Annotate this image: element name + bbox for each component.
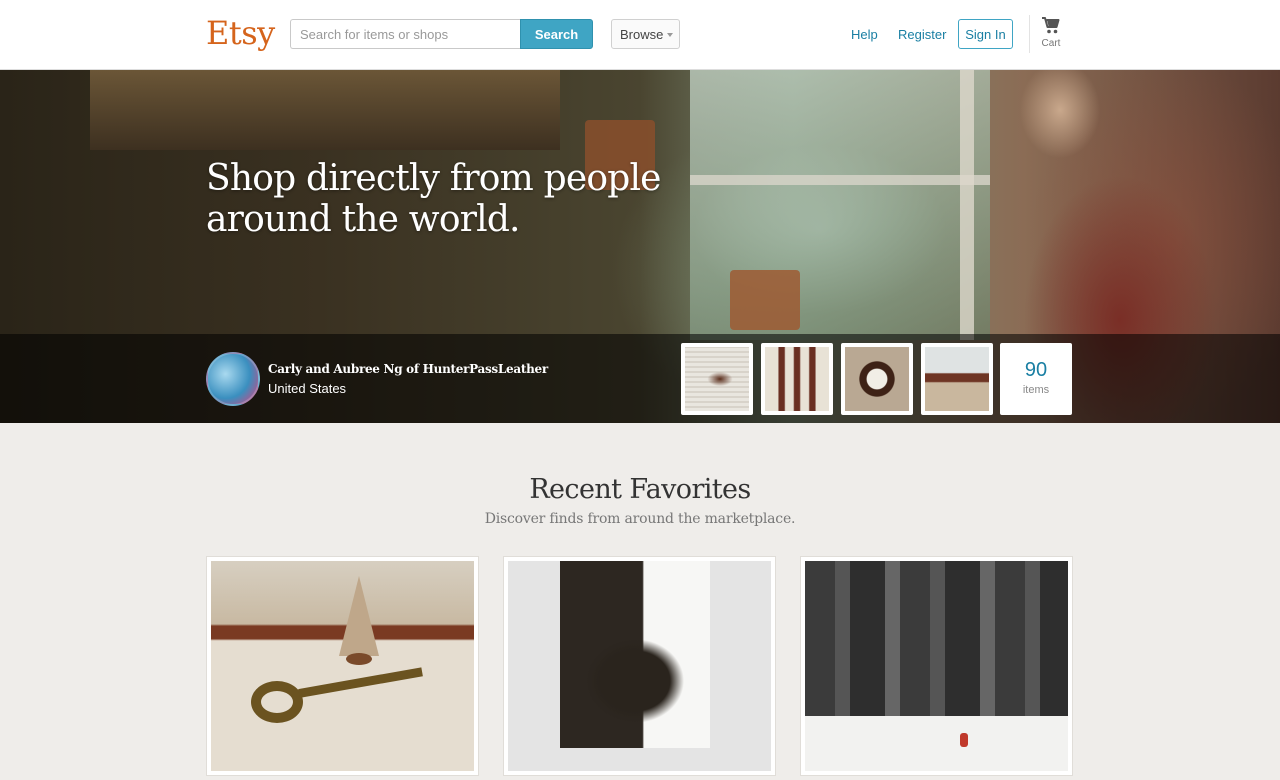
etsy-logo[interactable]: Etsy [206, 14, 275, 52]
featured-shop-bar [0, 334, 1280, 423]
search-input[interactable] [290, 19, 521, 49]
favorite-card[interactable] [206, 556, 479, 776]
cart-icon [1042, 17, 1060, 34]
hero-headline: Shop directly from people around the wor… [206, 158, 661, 240]
chevron-down-icon [667, 33, 673, 37]
shop-name-link[interactable]: Carly and Aubree Ng of HunterPassLeather [268, 362, 548, 376]
items-label: items [1022, 384, 1050, 396]
section-title: Recent Favorites [529, 474, 751, 505]
thumbnail-image [685, 347, 749, 411]
divider [1029, 15, 1030, 53]
cart-button[interactable]: Cart [1037, 16, 1065, 56]
shop-item-thumbnail[interactable] [841, 343, 913, 415]
hero-photo-detail [90, 70, 560, 150]
hero-photo-detail [960, 70, 974, 340]
image-detail [805, 716, 1068, 771]
image-detail [346, 653, 372, 665]
hero-photo-detail [730, 270, 800, 330]
image-detail [560, 561, 710, 748]
thumbnail-image [925, 347, 989, 411]
sign-in-button[interactable]: Sign In [958, 19, 1013, 49]
thumbnail-image [845, 347, 909, 411]
browse-dropdown[interactable]: Browse [611, 19, 680, 49]
shop-location: United States [268, 381, 347, 396]
favorite-image [211, 561, 474, 771]
cart-label: Cart [1041, 38, 1061, 49]
hero-photo-detail [690, 175, 990, 185]
help-link[interactable]: Help [851, 27, 878, 42]
image-detail [251, 681, 303, 723]
search-bar: Search [290, 19, 593, 49]
image-detail [960, 733, 968, 747]
favorite-image [805, 561, 1068, 771]
favorite-image [508, 561, 771, 771]
image-detail [805, 561, 1068, 716]
image-detail [339, 576, 379, 656]
shop-items-count-button[interactable]: 90 items [1000, 343, 1072, 415]
shop-item-thumbnail[interactable] [681, 343, 753, 415]
hero-banner: Shop directly from people around the wor… [0, 70, 1280, 423]
thumbnail-image [765, 347, 829, 411]
register-link[interactable]: Register [898, 27, 946, 42]
favorite-card[interactable] [503, 556, 776, 776]
shop-avatar[interactable] [206, 352, 260, 406]
items-count: 90 [1024, 359, 1048, 381]
shop-item-thumbnail[interactable] [921, 343, 993, 415]
shop-item-thumbnail[interactable] [761, 343, 833, 415]
browse-label: Browse [620, 26, 664, 42]
search-button[interactable]: Search [520, 19, 593, 49]
section-subtitle: Discover finds from around the marketpla… [484, 511, 796, 527]
favorite-card[interactable] [800, 556, 1073, 776]
image-detail [298, 667, 423, 698]
site-header: Etsy Search Browse Help Register Sign In… [0, 0, 1280, 70]
